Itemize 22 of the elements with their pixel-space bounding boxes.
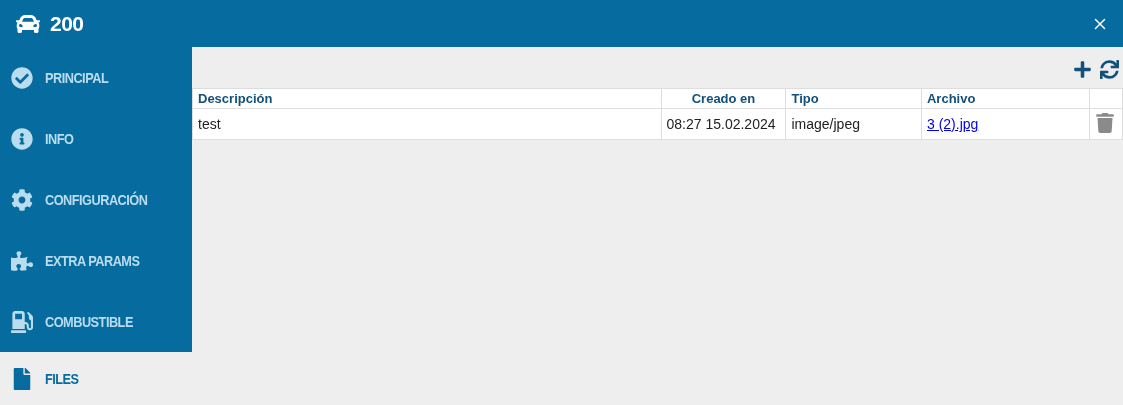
- column-header: Archivo: [921, 88, 1090, 109]
- sidebar-item[interactable]: PRINCIPAL: [0, 47, 192, 108]
- column-header: Creado en: [661, 88, 786, 109]
- window-title: 200: [50, 11, 85, 36]
- sidebar-item[interactable]: EXTRA PARAMS: [0, 230, 192, 291]
- trash-icon[interactable]: [1095, 112, 1115, 133]
- file-link[interactable]: 3 (2).jpg: [926, 116, 979, 132]
- table-cell: image/jpeg: [785, 108, 922, 140]
- puzzle-icon: [11, 249, 33, 272]
- file-icon: [11, 367, 33, 390]
- column-header: Tipo: [785, 88, 922, 109]
- gear-icon: [11, 188, 33, 211]
- table-cell: test: [192, 108, 661, 140]
- refresh-icon[interactable]: [1100, 60, 1119, 79]
- info-icon: [11, 127, 33, 150]
- fuel-pump-icon: [11, 310, 33, 333]
- sidebar-item[interactable]: INFO: [0, 108, 192, 169]
- column-header: Descripción: [192, 88, 661, 109]
- table-cell: 08:27 15.02.2024: [661, 108, 786, 140]
- sidebar-item[interactable]: COMBUSTIBLE: [0, 291, 192, 352]
- sidebar-item[interactable]: CONFIGURACIÓN: [0, 169, 192, 230]
- add-icon[interactable]: [1073, 60, 1092, 79]
